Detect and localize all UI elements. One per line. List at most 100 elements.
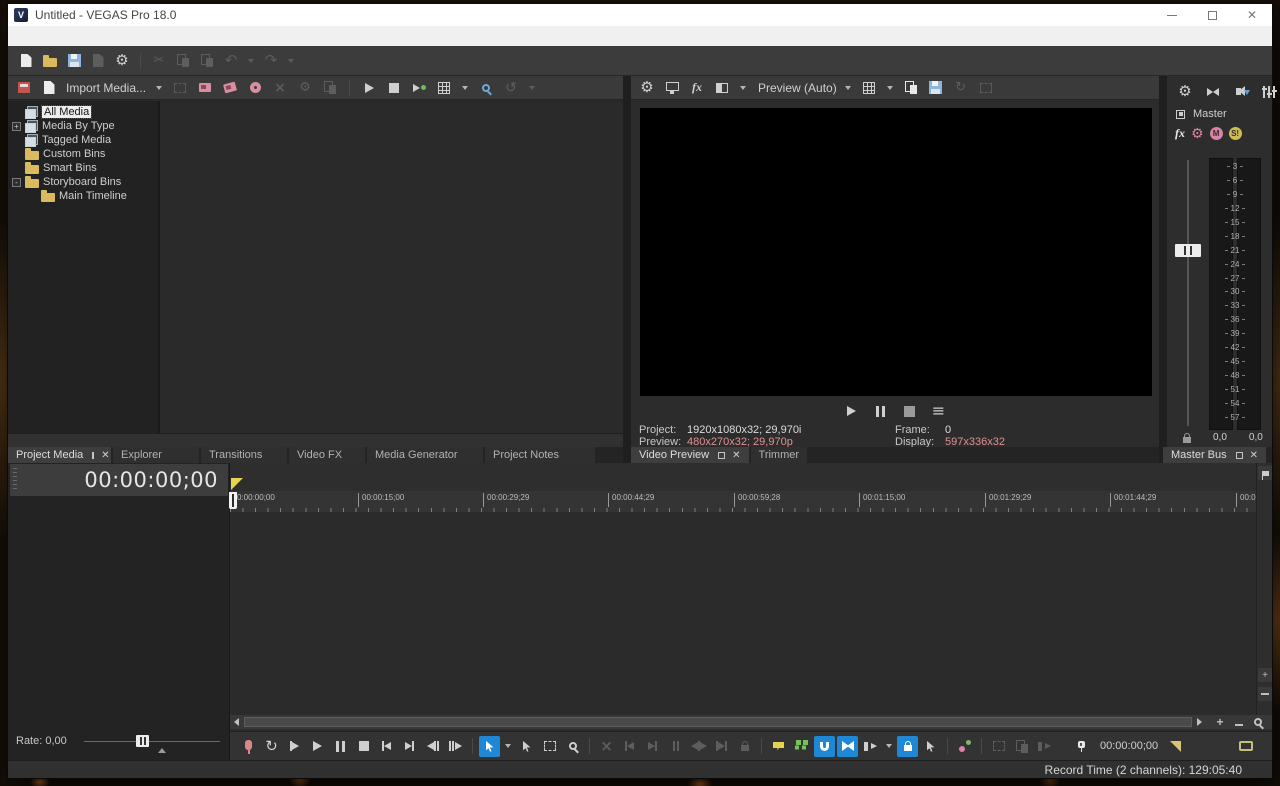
preview-quality-label[interactable]: Preview (Auto): [758, 81, 837, 95]
external-monitor-button[interactable]: [662, 78, 682, 98]
menu-item[interactable]: [102, 34, 120, 38]
redo-button[interactable]: ↷: [261, 51, 281, 71]
auto-preview-button[interactable]: [409, 78, 429, 98]
import-media-dropdown-arrow[interactable]: [156, 85, 163, 90]
slip-right-button[interactable]: [711, 736, 732, 757]
trim-end-button[interactable]: [642, 736, 663, 757]
auto-crossfade-button[interactable]: [837, 735, 858, 757]
save-snapshot-button[interactable]: [926, 78, 946, 98]
master-fader-handle[interactable]: [1175, 244, 1201, 257]
zoom-tool-button[interactable]: [1252, 717, 1264, 727]
timeline-horizontal-scrollbar[interactable]: +: [230, 715, 1272, 729]
dock-tab[interactable]: Explorer: [113, 447, 199, 463]
scrollbar-thumb[interactable]: [244, 717, 1192, 727]
float-window-icon[interactable]: [92, 451, 95, 459]
normal-edit-tool-button[interactable]: [479, 735, 500, 757]
fader-lock-icon[interactable]: [1183, 432, 1191, 443]
open-in-audio-editor-button[interactable]: [954, 736, 975, 757]
mixer-properties-button[interactable]: ⚙: [1175, 82, 1195, 102]
event-fade-button[interactable]: [1034, 736, 1055, 757]
menu-item[interactable]: [30, 34, 48, 38]
trim-start-button[interactable]: [619, 736, 640, 757]
zoom-edit-tool-button[interactable]: [562, 736, 583, 757]
dock-tab[interactable]: Project Notes: [485, 447, 595, 463]
import-file-button[interactable]: [39, 78, 59, 98]
paste-button[interactable]: [197, 51, 217, 71]
redo-dropdown-arrow[interactable]: [288, 58, 294, 63]
dock-tab[interactable]: Project Media: [8, 447, 111, 463]
solo-button[interactable]: S!: [1228, 127, 1242, 140]
downmix-output-button[interactable]: [1203, 82, 1223, 102]
media-list-area[interactable]: [160, 101, 623, 433]
menu-item[interactable]: [84, 34, 102, 38]
rate-slider-handle[interactable]: [136, 735, 149, 747]
dock-tab[interactable]: Trimmer: [750, 447, 808, 463]
pause-button[interactable]: [330, 736, 351, 757]
tree-item[interactable]: Smart Bins: [8, 161, 158, 175]
selectively-paste-button[interactable]: [1011, 736, 1032, 757]
playhead-marker[interactable]: [229, 492, 237, 509]
preview-pause-button[interactable]: [871, 401, 891, 421]
preview-extra-button-1[interactable]: ↻: [951, 78, 971, 98]
dock-tab[interactable]: Master Bus: [1163, 447, 1267, 463]
preview-menu-button[interactable]: ≡: [929, 401, 949, 421]
automation-gear-icon[interactable]: ⚙: [1191, 127, 1204, 141]
float-window-icon[interactable]: [718, 451, 726, 459]
mixer-controls-button[interactable]: [1259, 82, 1279, 102]
loop-playback-button[interactable]: ↻: [261, 736, 282, 757]
master-select-button[interactable]: [1176, 109, 1185, 119]
preview-stop-button[interactable]: [900, 401, 920, 421]
preview-extra-button-2[interactable]: [976, 78, 996, 98]
previous-frame-button[interactable]: [422, 736, 443, 757]
close-tab-icon[interactable]: [1250, 450, 1258, 461]
close-tab-icon[interactable]: [101, 450, 109, 461]
timeline-tracks[interactable]: [230, 512, 1256, 715]
record-button[interactable]: [238, 736, 259, 757]
marker-tool-button[interactable]: [1258, 466, 1272, 480]
dock-tab[interactable]: Video FX: [289, 447, 365, 463]
undo-button[interactable]: ↶: [221, 51, 241, 71]
preview-project-properties-button[interactable]: ⚙: [637, 78, 657, 98]
extract-audio-button[interactable]: [245, 78, 265, 98]
lock-envelopes-button[interactable]: [897, 735, 918, 757]
edit-tool-dropdown-arrow[interactable]: [505, 744, 511, 748]
import-media-grid-button[interactable]: [14, 78, 34, 98]
stop-button[interactable]: [353, 736, 374, 757]
go-to-end-button[interactable]: [399, 736, 420, 757]
preview-quality-dropdown-arrow[interactable]: [844, 85, 851, 90]
close-tab-icon[interactable]: [732, 450, 740, 461]
remove-media-button[interactable]: ×: [270, 78, 290, 98]
zoom-in-tracks-button[interactable]: +: [1258, 668, 1272, 682]
media-play-button[interactable]: [359, 78, 379, 98]
video-output-fx-button[interactable]: fx: [687, 78, 707, 98]
ignore-event-grouping-button[interactable]: [920, 736, 941, 757]
next-frame-button[interactable]: [445, 736, 466, 757]
dock-tab[interactable]: Media Generator: [367, 447, 483, 463]
titlebar[interactable]: V Untitled - VEGAS Pro 18.0 ✕: [8, 4, 1272, 26]
replace-media-button[interactable]: [320, 78, 340, 98]
timeline-vertical-scrollbar[interactable]: +: [1256, 463, 1272, 715]
delete-button[interactable]: ×: [596, 736, 617, 757]
mute-button[interactable]: M: [1209, 127, 1223, 140]
menu-item[interactable]: [12, 34, 30, 38]
new-project-button[interactable]: [16, 51, 36, 71]
project-properties-button[interactable]: [88, 51, 108, 71]
tree-expander[interactable]: +: [12, 121, 21, 131]
preferences-button[interactable]: ⚙: [112, 51, 132, 71]
split-button[interactable]: [665, 736, 686, 757]
mute-output-button[interactable]: [1231, 82, 1251, 102]
menu-item[interactable]: [66, 34, 84, 38]
bus-fx-button[interactable]: fx: [1175, 126, 1185, 141]
media-properties-button[interactable]: ⚙: [295, 78, 315, 98]
overlays-button[interactable]: [859, 78, 879, 98]
insert-marker-button[interactable]: [768, 736, 789, 757]
insert-region-button[interactable]: [791, 736, 812, 757]
dock-tab[interactable]: Video Preview: [631, 447, 749, 463]
views-button[interactable]: [434, 78, 454, 98]
loop-marker-icon[interactable]: [231, 478, 243, 490]
media-list-scrollbar[interactable]: [8, 433, 623, 447]
split-screen-dropdown-arrow[interactable]: [740, 85, 746, 90]
rate-slider-track[interactable]: [84, 741, 220, 742]
play-from-start-button[interactable]: [284, 736, 305, 757]
zoom-out-tracks-button[interactable]: [1258, 687, 1272, 701]
